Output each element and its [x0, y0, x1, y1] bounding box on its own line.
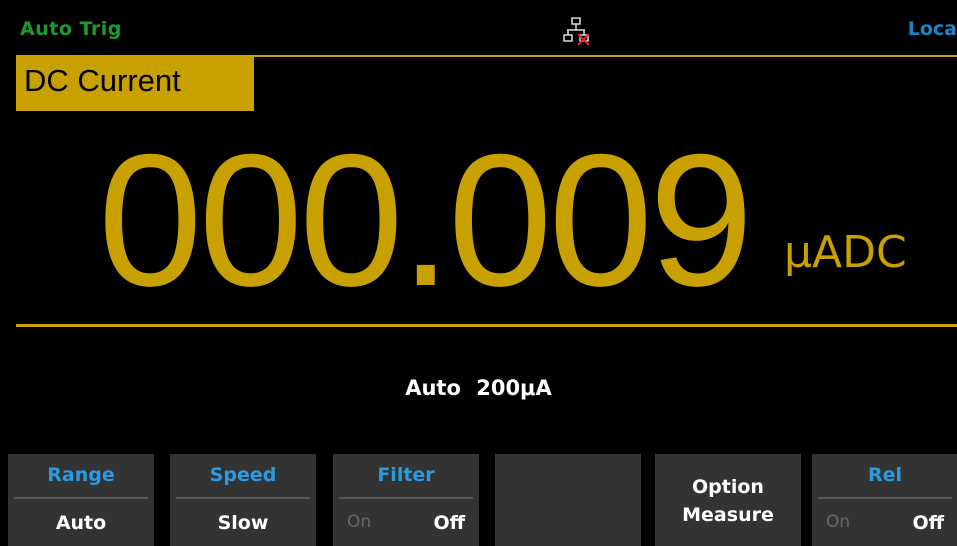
softkey-rel-off: Off — [912, 512, 944, 534]
softkey-empty[interactable] — [495, 454, 641, 546]
lan-disconnected-icon — [563, 17, 589, 46]
softkey-bar: Range Auto Speed Slow Filter On Off Opti… — [0, 454, 957, 546]
softkey-speed[interactable]: Speed Slow — [170, 454, 316, 546]
reading-divider — [16, 324, 957, 327]
softkey-separator — [818, 497, 952, 499]
softkey-filter-off: Off — [433, 512, 465, 534]
softkey-rel[interactable]: Rel On Off — [812, 454, 957, 546]
range-value: 200μA — [476, 376, 552, 400]
softkey-separator — [14, 497, 148, 499]
softkey-option-line2: Measure — [682, 504, 774, 526]
softkey-rel-on: On — [826, 512, 851, 532]
remote-status: Loca — [907, 18, 957, 40]
status-bar: Auto Trig Loca — [0, 0, 957, 56]
reading-unit: μADC — [784, 227, 907, 278]
softkey-speed-title: Speed — [209, 464, 277, 486]
softkey-rel-title: Rel — [867, 464, 903, 486]
main-reading: 000.009 — [98, 115, 754, 325]
softkey-range-title: Range — [47, 464, 115, 486]
range-mode: Auto — [405, 376, 461, 400]
measure-mode-label: DC Current — [16, 57, 254, 111]
softkey-option-measure[interactable]: Option Measure — [655, 454, 801, 546]
softkey-speed-value: Slow — [217, 512, 269, 534]
softkey-filter-title: Filter — [377, 464, 435, 486]
softkey-separator — [339, 497, 473, 499]
softkey-range-value: Auto — [55, 512, 107, 534]
trigger-status: Auto Trig — [20, 18, 122, 40]
range-info: Auto 200μA — [0, 376, 957, 400]
softkey-option-line1: Option — [692, 476, 764, 498]
softkey-separator — [176, 497, 310, 499]
softkey-range[interactable]: Range Auto — [8, 454, 154, 546]
softkey-filter-on: On — [347, 512, 372, 532]
softkey-filter[interactable]: Filter On Off — [333, 454, 479, 546]
